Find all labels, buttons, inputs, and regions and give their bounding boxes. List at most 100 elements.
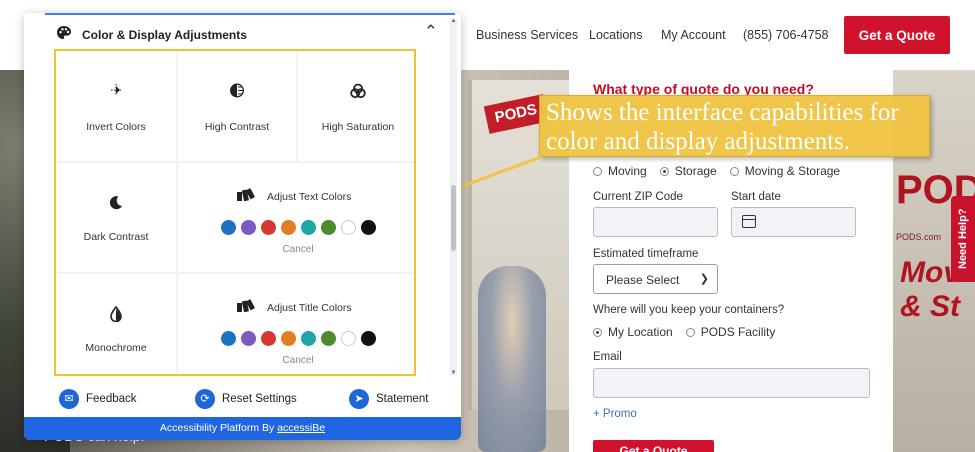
radio-storage-circle[interactable] bbox=[659, 166, 669, 176]
statement-label: Statement bbox=[376, 393, 429, 405]
timeframe-label: Estimated timeframe bbox=[593, 248, 699, 260]
reset-icon: ⟳ bbox=[195, 389, 215, 409]
tile-invert-colors[interactable]: Invert Colors bbox=[56, 51, 176, 161]
title-color-swatches bbox=[221, 331, 376, 346]
zip-label: Current ZIP Code bbox=[593, 191, 683, 203]
radio-storage[interactable]: Storage bbox=[659, 164, 717, 178]
email-label: Email bbox=[593, 351, 622, 363]
tile-monochrome-label: Monochrome bbox=[85, 342, 147, 354]
megaphone-icon: ➤ bbox=[349, 389, 369, 409]
nav-locations[interactable]: Locations bbox=[589, 28, 643, 42]
radio-pods-facility-circle[interactable] bbox=[685, 327, 695, 337]
adjust-title-colors-label: Adjust Title Colors bbox=[267, 301, 352, 314]
keep-location-radios: My Location PODS Facility bbox=[593, 325, 788, 339]
swatch-blue[interactable] bbox=[221, 220, 236, 235]
reset-settings-label: Reset Settings bbox=[222, 393, 297, 405]
chevron-down-icon: ❯ bbox=[699, 273, 709, 285]
adjust-text-colors-header: Adjust Text Colors bbox=[236, 187, 351, 206]
nav-my-account[interactable]: My Account bbox=[661, 28, 726, 42]
invert-colors-icon bbox=[109, 83, 123, 100]
radio-my-location[interactable]: My Location bbox=[593, 325, 673, 339]
high-saturation-icon bbox=[350, 83, 366, 102]
swatch-purple[interactable] bbox=[241, 331, 256, 346]
start-date-input[interactable] bbox=[731, 207, 856, 237]
service-type-radios: Moving Storage Moving & Storage bbox=[593, 164, 853, 178]
moon-icon bbox=[109, 195, 124, 213]
nav-phone-number[interactable]: (855) 706-4758 bbox=[743, 28, 828, 42]
zip-input[interactable] bbox=[593, 207, 718, 237]
feedback-icon: ✉ bbox=[59, 389, 79, 409]
form-get-quote-button[interactable]: Get a Quote bbox=[593, 440, 714, 452]
tile-high-saturation-label: High Saturation bbox=[321, 121, 395, 133]
swatch-teal[interactable] bbox=[301, 331, 316, 346]
adjust-text-colors-label: Adjust Text Colors bbox=[267, 190, 352, 203]
annotation-callout-text: Shows the interface capabilities for col… bbox=[546, 99, 899, 155]
hero-child-figure bbox=[478, 266, 546, 452]
swatch-green[interactable] bbox=[321, 331, 336, 346]
section-title: Color & Display Adjustments bbox=[82, 28, 247, 42]
adjust-title-cancel[interactable]: Cancel bbox=[178, 355, 414, 366]
swatch-orange[interactable] bbox=[281, 220, 296, 235]
text-color-swatches bbox=[221, 220, 376, 235]
accessibe-link[interactable]: accessiBe bbox=[277, 422, 325, 434]
panel-scrollbar[interactable]: ▲ ▼ bbox=[450, 18, 457, 376]
swatch-purple[interactable] bbox=[241, 220, 256, 235]
radio-moving-storage[interactable]: Moving & Storage bbox=[729, 164, 841, 178]
paint-swatch-icon bbox=[236, 187, 255, 206]
tile-dark-contrast[interactable]: Dark Contrast bbox=[56, 163, 176, 272]
scroll-up-arrow-icon[interactable]: ▲ bbox=[450, 18, 457, 24]
platform-prefix: Accessibility Platform By bbox=[159, 422, 278, 434]
swatch-teal[interactable] bbox=[301, 220, 316, 235]
swatch-orange[interactable] bbox=[281, 331, 296, 346]
tile-high-saturation[interactable]: High Saturation bbox=[298, 51, 414, 161]
palette-icon bbox=[57, 26, 71, 39]
swatch-black[interactable] bbox=[361, 331, 376, 346]
promo-link[interactable]: + Promo bbox=[593, 408, 637, 420]
truck-url-text: PODS.com bbox=[896, 232, 942, 242]
radio-moving-label: Moving bbox=[608, 164, 647, 178]
radio-moving[interactable]: Moving bbox=[593, 164, 647, 178]
swatch-green[interactable] bbox=[321, 220, 336, 235]
swatch-white[interactable] bbox=[341, 220, 356, 235]
swatch-red[interactable] bbox=[261, 220, 276, 235]
calendar-icon[interactable] bbox=[742, 215, 756, 228]
radio-pods-facility[interactable]: PODS Facility bbox=[685, 325, 776, 339]
chevron-up-icon[interactable]: ⌃ bbox=[424, 22, 438, 42]
color-display-options-grid: Invert Colors High Contrast High Saturat… bbox=[54, 49, 416, 376]
radio-pods-facility-label: PODS Facility bbox=[700, 325, 776, 339]
adjust-text-cancel[interactable]: Cancel bbox=[178, 244, 414, 255]
radio-storage-label: Storage bbox=[674, 164, 717, 178]
adjust-title-colors-header: Adjust Title Colors bbox=[236, 298, 352, 317]
tile-high-contrast[interactable]: High Contrast bbox=[178, 51, 296, 161]
header-get-quote-button[interactable]: Get a Quote bbox=[844, 16, 950, 54]
color-display-section-header[interactable]: Color & Display Adjustments ⌃ bbox=[46, 22, 442, 48]
scroll-thumb[interactable] bbox=[451, 185, 456, 251]
scroll-down-arrow-icon[interactable]: ▼ bbox=[450, 370, 457, 376]
feedback-label: Feedback bbox=[86, 393, 137, 405]
timeframe-select[interactable]: Please Select ❯ bbox=[593, 264, 718, 294]
swatch-white[interactable] bbox=[341, 331, 356, 346]
annotation-callout: Shows the interface capabilities for col… bbox=[539, 95, 930, 157]
paint-swatch-icon bbox=[236, 298, 255, 317]
nav-business-services[interactable]: Business Services bbox=[476, 28, 578, 42]
feedback-button[interactable]: ✉ Feedback bbox=[59, 389, 137, 409]
radio-moving-circle[interactable] bbox=[593, 166, 602, 176]
tile-monochrome[interactable]: Monochrome bbox=[56, 274, 176, 374]
platform-bar: Accessibility Platform By accessiBe bbox=[24, 417, 461, 440]
tile-invert-colors-label: Invert Colors bbox=[86, 121, 146, 133]
email-input[interactable] bbox=[593, 368, 870, 398]
panel-accent-line bbox=[45, 13, 455, 15]
reset-settings-button[interactable]: ⟳ Reset Settings bbox=[195, 389, 297, 409]
tile-high-contrast-label: High Contrast bbox=[204, 121, 270, 133]
swatch-red[interactable] bbox=[261, 331, 276, 346]
swatch-blue[interactable] bbox=[221, 331, 236, 346]
need-help-tab[interactable]: Need Help? bbox=[951, 196, 975, 282]
radio-moving-storage-circle[interactable] bbox=[729, 166, 739, 176]
swatch-black[interactable] bbox=[361, 220, 376, 235]
radio-moving-storage-label: Moving & Storage bbox=[744, 164, 841, 178]
statement-button[interactable]: ➤ Statement bbox=[349, 389, 428, 409]
timeframe-select-value: Please Select bbox=[606, 273, 680, 287]
radio-my-location-circle[interactable] bbox=[593, 327, 602, 337]
keep-containers-label: Where will you keep your containers? bbox=[593, 304, 785, 316]
panel-footer: ✉ Feedback ⟳ Reset Settings ➤ Statement bbox=[24, 381, 461, 417]
